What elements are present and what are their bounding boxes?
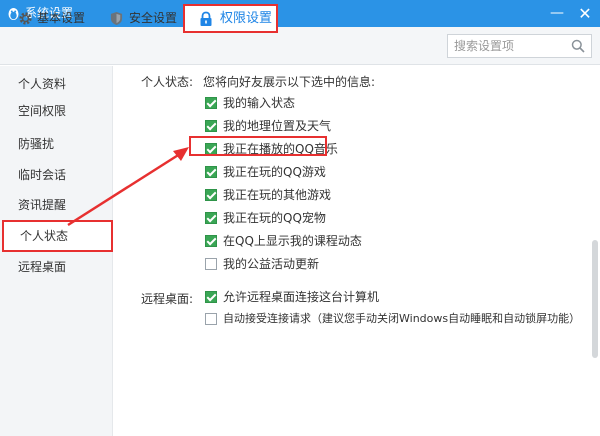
sidebar-item-remote-desktop[interactable]: 远程桌面 <box>0 251 113 283</box>
checkbox[interactable] <box>205 258 217 270</box>
option-label: 我正在玩的QQ游戏 <box>223 165 326 179</box>
checkbox[interactable] <box>205 212 217 224</box>
tab-label: 基本设置 <box>37 11 86 25</box>
option-label: 我正在玩的其他游戏 <box>223 188 332 202</box>
lock-icon <box>200 11 212 26</box>
checkbox[interactable] <box>205 235 217 247</box>
tab-label: 权限设置 <box>220 11 273 26</box>
minimize-button[interactable]: — <box>543 0 571 27</box>
close-button[interactable]: ✕ <box>571 0 599 27</box>
option-label: 自动接受连接请求（建议您手动关闭Windows自动睡眠和自动锁屏功能） <box>223 312 581 325</box>
option-label: 我的公益活动更新 <box>223 257 320 271</box>
search-input[interactable] <box>448 35 563 57</box>
checkbox[interactable] <box>205 313 217 325</box>
tab-security-settings[interactable]: 安全设置 <box>104 4 182 33</box>
tab-label: 安全设置 <box>129 11 178 25</box>
checkbox[interactable] <box>205 166 217 178</box>
qq-music-highlight <box>189 136 327 156</box>
sidebar-item-anti-harassment[interactable]: 防骚扰 <box>0 128 113 160</box>
tab-permission-settings[interactable]: 权限设置 <box>183 4 278 33</box>
sidebar-item-personal-status[interactable]: 个人状态 <box>2 220 113 252</box>
option-label: 允许远程桌面连接这台计算机 <box>223 290 380 304</box>
remote-desktop-section-label: 远程桌面: <box>141 292 194 306</box>
search-box[interactable] <box>447 34 592 58</box>
tab-basic-settings[interactable]: 基本设置 <box>12 4 96 33</box>
checkbox[interactable] <box>205 97 217 109</box>
settings-content <box>113 66 600 436</box>
gear-icon <box>19 12 32 25</box>
personal-status-intro: 您将向好友展示以下选中的信息: <box>203 75 376 89</box>
sidebar-item-zone-permissions[interactable]: 空间权限 <box>0 95 113 127</box>
option-label: 我的输入状态 <box>223 96 296 110</box>
checkbox[interactable] <box>205 189 217 201</box>
sidebar-item-news-reminder[interactable]: 资讯提醒 <box>0 189 113 221</box>
sidebar: 个人资料 空间权限 防骚扰 临时会话 资讯提醒 个人状态 远程桌面 <box>0 66 113 436</box>
option-label: 在QQ上显示我的课程动态 <box>223 234 362 248</box>
sidebar-item-temp-chat[interactable]: 临时会话 <box>0 159 113 191</box>
checkbox[interactable] <box>205 291 217 303</box>
scrollbar-thumb[interactable] <box>592 240 598 358</box>
option-label: 我的地理位置及天气 <box>223 119 332 133</box>
option-label: 我正在玩的QQ宠物 <box>223 211 326 225</box>
personal-status-section-label: 个人状态: <box>141 75 194 89</box>
shield-icon <box>110 12 123 25</box>
search-icon[interactable] <box>571 39 585 53</box>
checkbox[interactable] <box>205 120 217 132</box>
